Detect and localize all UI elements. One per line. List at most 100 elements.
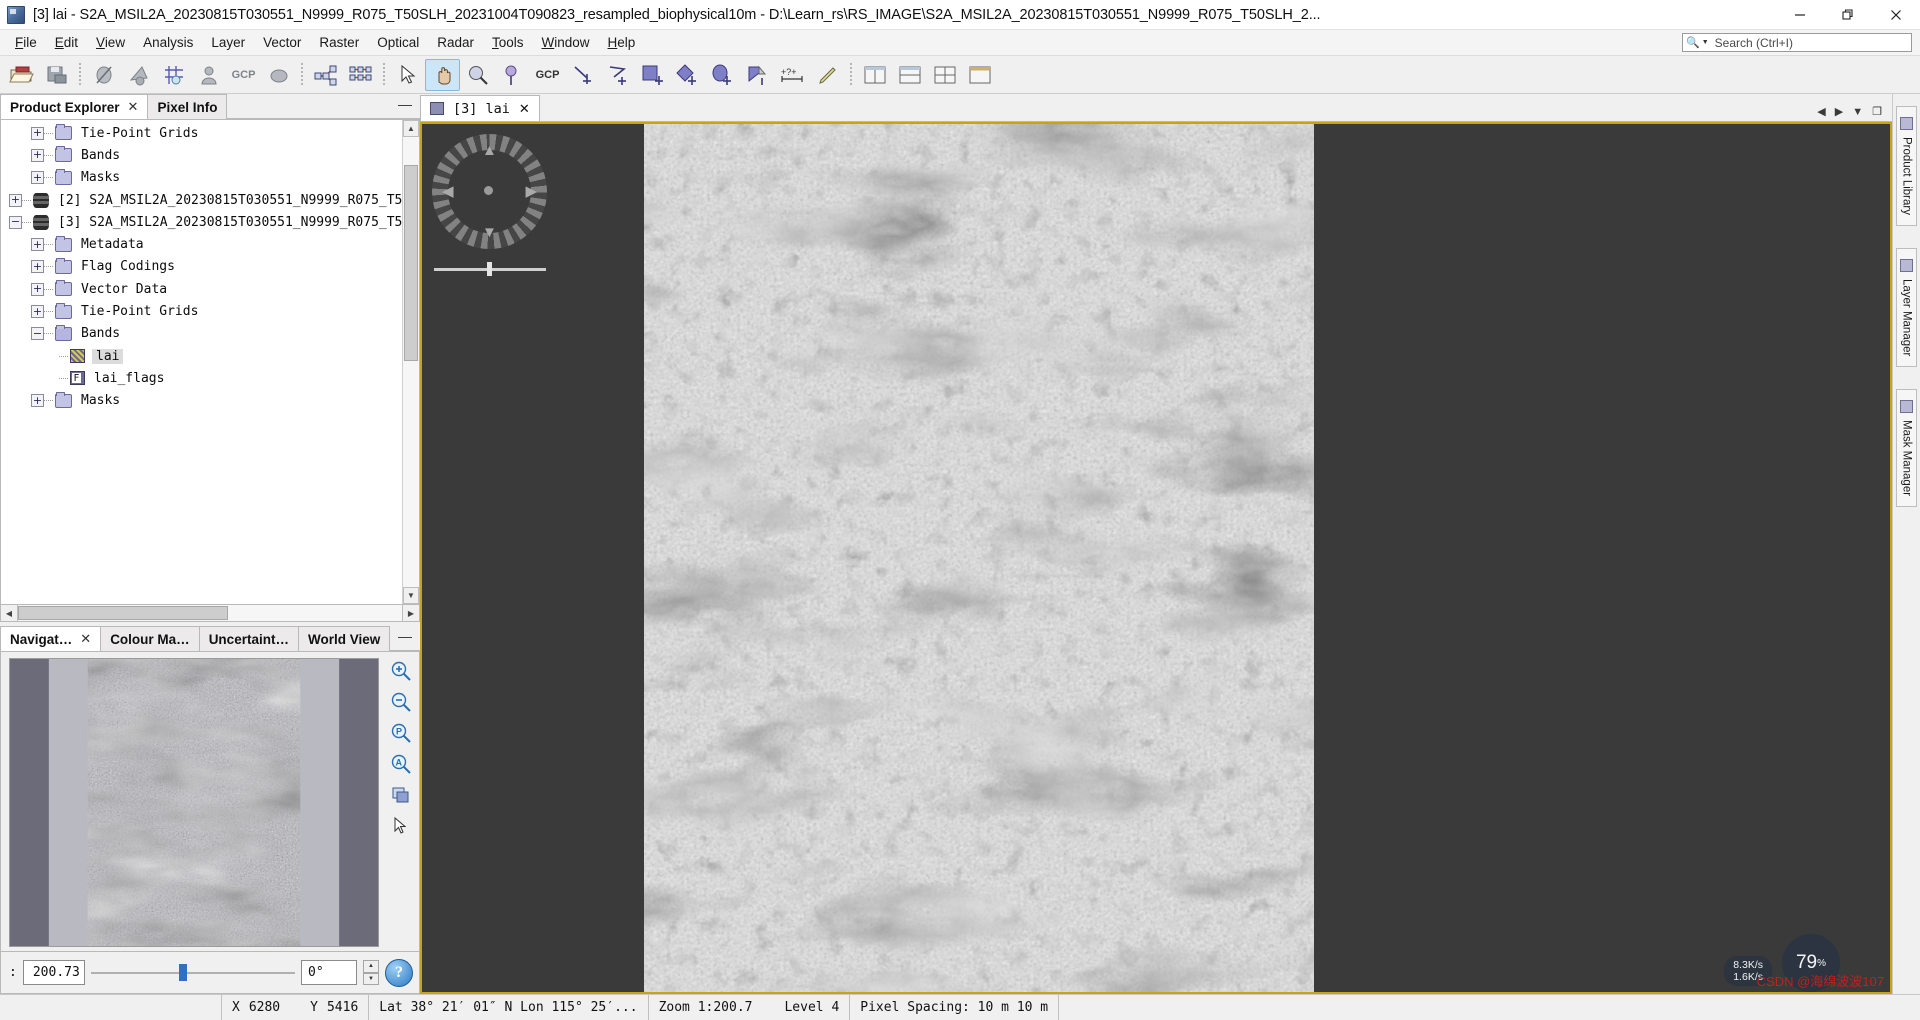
rotation-input[interactable]: 0°: [301, 960, 357, 985]
sync-cursor-icon[interactable]: [388, 813, 414, 839]
tree-row-vector-data[interactable]: + Vector Data: [1, 278, 402, 300]
pan-up-icon[interactable]: ▲: [482, 142, 497, 159]
scroll-track[interactable]: [18, 605, 402, 621]
close-icon[interactable]: ✕: [519, 101, 530, 117]
scroll-tabs-right-icon[interactable]: ▶: [1835, 105, 1843, 118]
zoom-factor-input[interactable]: 200.73: [22, 960, 85, 985]
line-drawing-tool-icon[interactable]: [565, 59, 600, 91]
tree-row-metadata[interactable]: + Metadata: [1, 233, 402, 255]
scroll-thumb[interactable]: [404, 165, 418, 361]
zoom-out-icon[interactable]: [388, 689, 414, 715]
compass-center-dot[interactable]: [484, 186, 493, 195]
pan-left-icon[interactable]: ◀: [442, 182, 454, 200]
minimize-button[interactable]: [1776, 0, 1824, 30]
mask-overlay-icon[interactable]: [261, 59, 296, 91]
tree-row-masks[interactable]: + Masks: [1, 390, 402, 412]
zoom-to-pixel-resolution-icon[interactable]: P: [388, 720, 414, 746]
zoom-in-icon[interactable]: [388, 658, 414, 684]
tree-row-product-3[interactable]: − [3] S2A_MSIL2A_20230815T030551_N9999_R…: [1, 211, 402, 233]
scroll-down-icon[interactable]: ▼: [403, 587, 419, 604]
pan-tool-icon[interactable]: [425, 58, 460, 91]
slider-knob[interactable]: [178, 964, 187, 981]
gcp-overlay-icon[interactable]: GCP: [226, 59, 261, 91]
expand-toggle-icon[interactable]: +: [31, 126, 44, 140]
save-product-icon[interactable]: [39, 59, 74, 91]
tree-row-band-lai[interactable]: lai: [1, 345, 402, 367]
compass-zoom-slider[interactable]: [434, 262, 546, 276]
tab-world-view[interactable]: World View: [297, 626, 391, 651]
gcp-placing-tool-icon[interactable]: GCP: [530, 59, 565, 91]
menu-radar[interactable]: Radar: [428, 32, 483, 53]
menu-tools[interactable]: Tools: [483, 32, 533, 53]
menu-view[interactable]: View: [87, 32, 134, 53]
polygon-drawing-tool-icon[interactable]: [670, 59, 705, 91]
menu-help[interactable]: Help: [599, 32, 645, 53]
compass-slider-knob[interactable]: [487, 262, 492, 276]
navigation-compass[interactable]: ▲ ▼ ◀ ▶: [432, 134, 547, 284]
compass-ring[interactable]: ▲ ▼ ◀ ▶: [432, 134, 547, 249]
expand-toggle-icon[interactable]: +: [31, 260, 44, 274]
rectangle-drawing-tool-icon[interactable]: [635, 59, 670, 91]
scroll-left-icon[interactable]: ◀: [1, 605, 18, 621]
ellipse-drawing-tool-icon[interactable]: [705, 59, 740, 91]
image-view[interactable]: ▲ ▼ ◀ ▶ 8.3K/s 1.6K/s 79 % CSDN @海绵波波107: [420, 122, 1892, 994]
scroll-up-icon[interactable]: ▲: [403, 120, 419, 137]
rotation-spinner[interactable]: ▲ ▼: [363, 960, 379, 985]
expand-toggle-icon[interactable]: +: [31, 148, 44, 162]
zoom-all-icon[interactable]: A: [388, 751, 414, 777]
range-finder-tool-icon[interactable]: +?+: [775, 59, 810, 91]
pin-overlay-icon[interactable]: [191, 59, 226, 91]
collapse-toggle-icon[interactable]: −: [31, 327, 44, 341]
tree-row[interactable]: + Masks: [1, 167, 402, 189]
expand-toggle-icon[interactable]: +: [31, 394, 44, 408]
spinner-down-icon[interactable]: ▼: [363, 972, 379, 985]
open-product-icon[interactable]: [4, 59, 39, 91]
help-button[interactable]: ?: [385, 958, 413, 987]
search-input[interactable]: 🔍 ▼ Search (Ctrl+I): [1682, 33, 1912, 52]
tab-uncertainty[interactable]: Uncertaint…: [198, 626, 299, 651]
rail-tab-product-library[interactable]: Product Library: [1896, 106, 1917, 226]
tree-row-band-lai-flags[interactable]: lai_flags: [1, 367, 402, 389]
spinner-up-icon[interactable]: ▲: [363, 960, 379, 973]
tree-row-bands[interactable]: − Bands: [1, 323, 402, 345]
scroll-thumb[interactable]: [18, 606, 228, 620]
sync-views-icon[interactable]: [388, 782, 414, 808]
menu-layer[interactable]: Layer: [202, 32, 254, 53]
minimize-panel-button[interactable]: —: [398, 97, 412, 111]
maximize-view-icon[interactable]: ❐: [1872, 105, 1882, 118]
menu-raster[interactable]: Raster: [310, 32, 368, 53]
expand-toggle-icon[interactable]: +: [9, 193, 22, 207]
no-data-overlay-icon[interactable]: [86, 59, 121, 91]
menu-edit[interactable]: Edit: [46, 32, 87, 53]
expand-toggle-icon[interactable]: +: [31, 305, 44, 319]
graticule-overlay-icon[interactable]: [156, 59, 191, 91]
colour-picker-icon[interactable]: [810, 59, 845, 91]
magic-wand-tool-icon[interactable]: [740, 59, 775, 91]
close-icon[interactable]: ✕: [80, 631, 91, 647]
menu-vector[interactable]: Vector: [254, 32, 310, 53]
tab-product-explorer[interactable]: Product Explorer ✕: [0, 94, 149, 119]
expand-toggle-icon[interactable]: +: [31, 171, 44, 185]
tree-row-flag-codings[interactable]: + Flag Codings: [1, 256, 402, 278]
expand-toggle-icon[interactable]: +: [31, 238, 44, 252]
close-button[interactable]: [1872, 0, 1920, 30]
tile-vertically-icon[interactable]: [892, 59, 927, 91]
pin-placing-tool-icon[interactable]: [495, 59, 530, 91]
menu-window[interactable]: Window: [533, 32, 599, 53]
rail-tab-layer-manager[interactable]: Layer Manager: [1896, 247, 1917, 368]
polyline-drawing-tool-icon[interactable]: [600, 59, 635, 91]
tile-single-icon[interactable]: [962, 59, 997, 91]
expand-toggle-icon[interactable]: +: [31, 282, 44, 296]
tile-horizontally-icon[interactable]: [857, 59, 892, 91]
tree-row-product-2[interactable]: + [2] S2A_MSIL2A_20230815T030551_N9999_R…: [1, 189, 402, 211]
selection-tool-icon[interactable]: [390, 59, 425, 91]
tile-grid-icon[interactable]: [927, 59, 962, 91]
chevron-down-icon[interactable]: ▼: [1702, 39, 1709, 46]
tab-lai-view[interactable]: [3] lai ✕: [420, 95, 540, 121]
tree-horizontal-scrollbar[interactable]: ◀ ▶: [0, 605, 420, 622]
minimize-navigation-button[interactable]: —: [398, 629, 412, 643]
pan-down-icon[interactable]: ▼: [482, 224, 497, 241]
navigation-thumbnail[interactable]: [9, 658, 379, 947]
menu-optical[interactable]: Optical: [368, 32, 428, 53]
collapse-toggle-icon[interactable]: −: [9, 215, 22, 229]
